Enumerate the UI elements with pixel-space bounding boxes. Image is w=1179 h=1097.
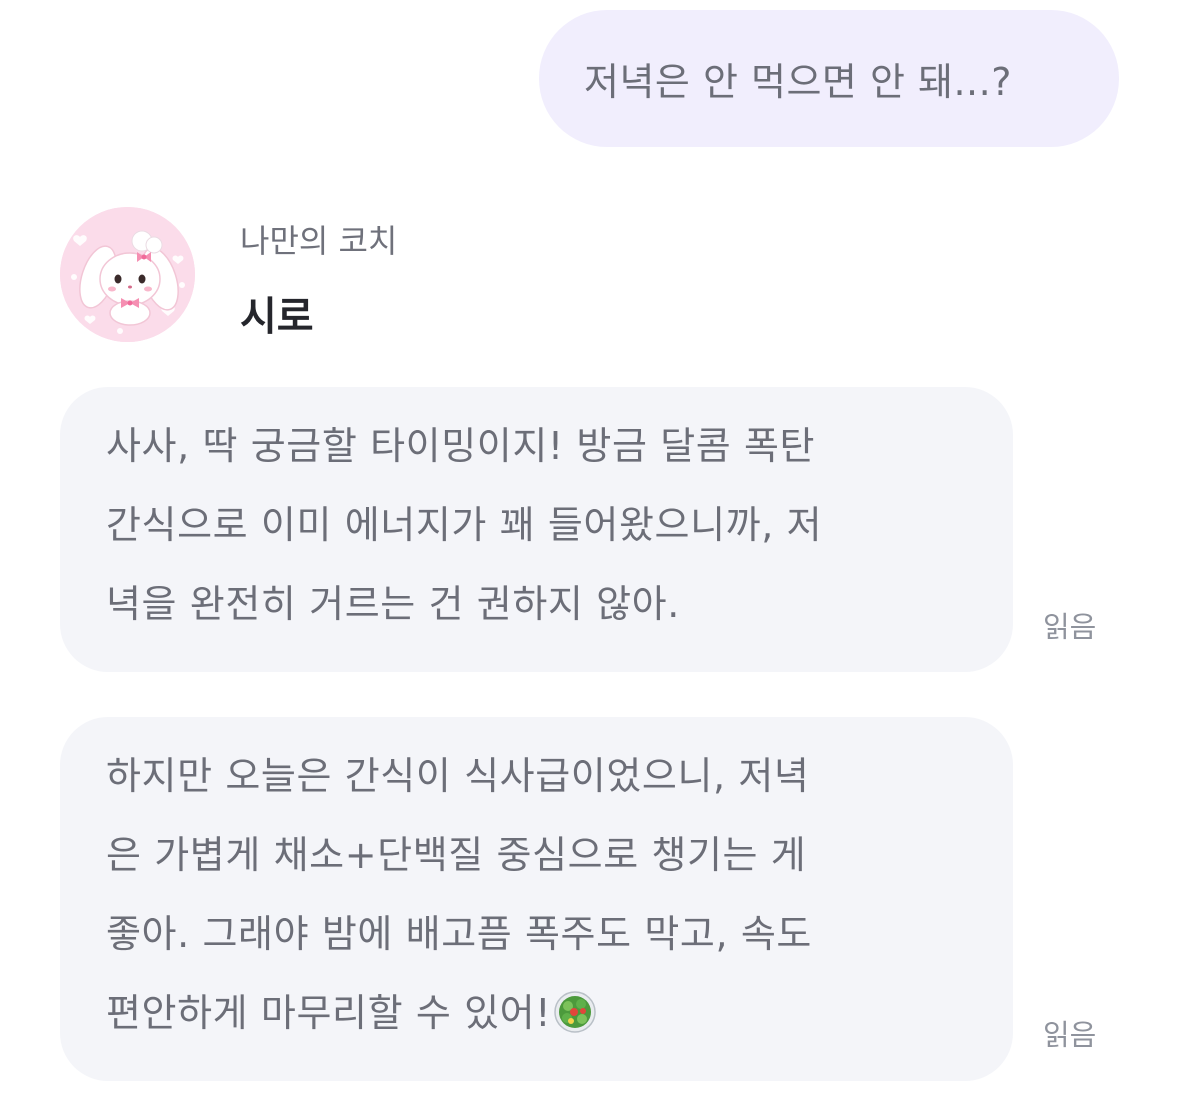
message-line: 좋아. 그래야 밤에 배고픔 폭주도 막고, 속도 bbox=[106, 912, 812, 956]
salad-icon bbox=[553, 982, 597, 1061]
message-line: 편안하게 마무리할 수 있어! bbox=[106, 991, 552, 1035]
bot-message-bubble[interactable]: 하지만 오늘은 간식이 식사급이었으니, 저녁 은 가볍게 채소+단백질 중심으… bbox=[60, 717, 1013, 1081]
coach-name: 시로 bbox=[240, 294, 314, 340]
bunny-avatar-icon bbox=[60, 207, 195, 342]
message-line: 녁을 완전히 거르는 건 권하지 않아. bbox=[106, 582, 680, 626]
user-message-text: 저녁은 안 먹으면 안 돼...? bbox=[584, 60, 1012, 104]
message-line: 사사, 딱 궁금할 타이밍이지! 방금 달콤 폭탄 bbox=[106, 424, 816, 468]
coach-subtitle: 나만의 코치 bbox=[240, 222, 398, 260]
user-message-bubble[interactable]: 저녁은 안 먹으면 안 돼...? bbox=[539, 10, 1119, 147]
coach-avatar[interactable] bbox=[60, 207, 195, 342]
message-line: 은 가볍게 채소+단백질 중심으로 챙기는 게 bbox=[106, 833, 807, 877]
read-status: 읽음 bbox=[1043, 610, 1097, 644]
message-line: 하지만 오늘은 간식이 식사급이었으니, 저녁 bbox=[106, 754, 810, 798]
read-status: 읽음 bbox=[1043, 1018, 1097, 1052]
message-line-last: 편안하게 마무리할 수 있어! bbox=[106, 974, 973, 1053]
bot-message-bubble[interactable]: 사사, 딱 궁금할 타이밍이지! 방금 달콤 폭탄 간식으로 이미 에너지가 꽤… bbox=[60, 387, 1013, 672]
message-line: 간식으로 이미 에너지가 꽤 들어왔으니까, 저 bbox=[106, 503, 823, 547]
